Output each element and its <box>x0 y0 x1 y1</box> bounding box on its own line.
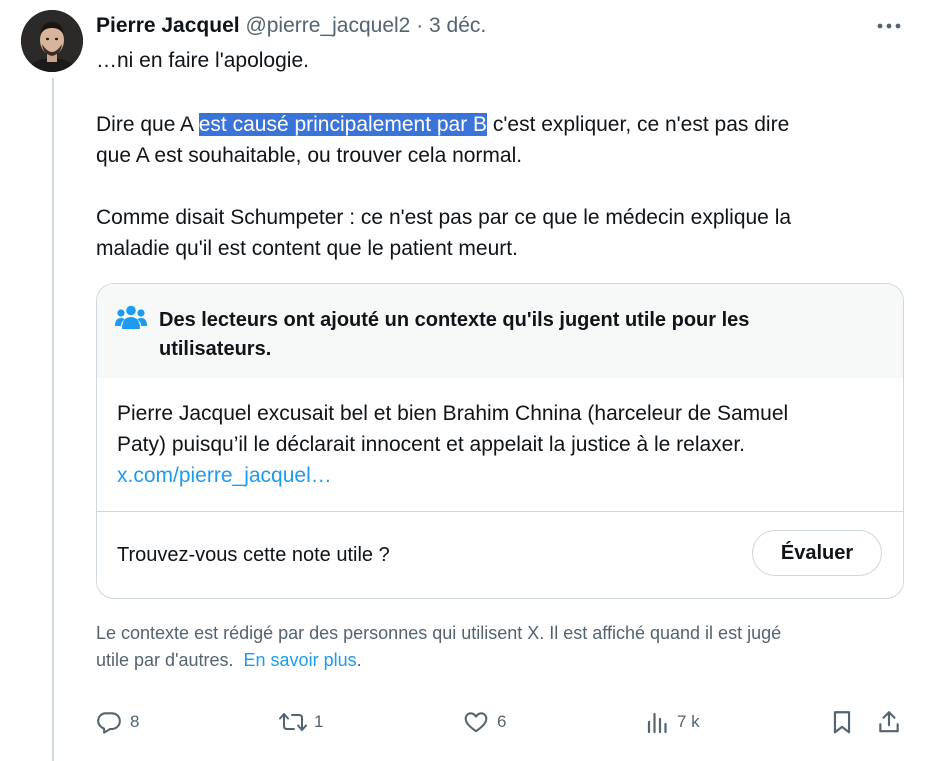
reply-count: 8 <box>130 712 140 731</box>
reply-icon <box>97 712 121 734</box>
bookmark-icon <box>833 711 851 734</box>
author-handle[interactable]: @pierre_jacquel2 <box>245 14 410 37</box>
people-icon <box>115 305 147 329</box>
selected-text: est causé principalement par B <box>198 113 488 136</box>
author-name[interactable]: Pierre Jacquel <box>96 14 240 37</box>
note-body-line-2: Paty) puisqu’il le déclarait innocent et… <box>117 433 746 456</box>
repost-count: 1 <box>314 712 324 731</box>
tweet-text-line-3: que A est souhaitable, ou trouver cela n… <box>96 144 523 167</box>
note-divider <box>97 511 903 512</box>
avatar[interactable] <box>21 10 83 72</box>
like-count: 6 <box>497 712 507 731</box>
share-icon <box>879 711 899 733</box>
views-button[interactable]: 7 k <box>647 706 700 738</box>
note-disclaimer: Le contexte est rédigé par des personnes… <box>96 620 781 674</box>
tweet-date[interactable]: 3 déc. <box>429 14 486 37</box>
community-note-header: Des lecteurs ont ajouté un contexte qu'i… <box>97 284 903 378</box>
note-body-line-1: Pierre Jacquel excusait bel et bien Brah… <box>117 402 789 425</box>
tweet-text-segment: c'est expliquer, ce n'est pas dire <box>487 113 790 136</box>
views-count: 7 k <box>677 712 700 731</box>
note-title-line: utilisateurs. <box>159 338 272 360</box>
note-rating-question: Trouvez-vous cette note utile ? <box>117 544 390 566</box>
more-options-button[interactable] <box>874 12 904 40</box>
share-button[interactable] <box>876 706 902 738</box>
tweet-text-line-1: …ni en faire l'apologie. <box>96 49 309 72</box>
reply-button[interactable]: 8 <box>96 706 139 738</box>
community-note: Des lecteurs ont ajouté un contexte qu'i… <box>96 283 904 599</box>
more-icon <box>877 23 901 29</box>
note-source-link-row: x.com/pierre_jacquel… <box>117 460 332 491</box>
community-note-title: Des lecteurs ont ajouté un contexte qu'i… <box>159 306 749 364</box>
avatar-image <box>21 10 83 72</box>
like-button[interactable]: 6 <box>463 706 506 738</box>
thread-line <box>52 78 54 761</box>
rate-note-button[interactable]: Évaluer <box>752 530 882 576</box>
header-separator: · <box>416 14 424 37</box>
note-source-link[interactable]: x.com/pierre_jacquel… <box>117 464 332 487</box>
repost-button[interactable]: 1 <box>278 706 323 738</box>
tweet-text-segment: Dire que A <box>96 113 199 136</box>
repost-icon <box>279 713 307 731</box>
bookmark-button[interactable] <box>831 706 853 738</box>
tweet-text-line-2: Dire que A est causé principalement par … <box>96 109 789 140</box>
tweet-header: Pierre Jacquel @pierre_jacquel2 · 3 déc. <box>96 12 486 40</box>
disclaimer-line-2: utile par d'autres. En savoir plus. <box>96 647 781 674</box>
tweet-text-line-5: maladie qu'il est content que le patient… <box>96 237 518 260</box>
note-title-line: Des lecteurs ont ajouté un contexte qu'i… <box>159 309 750 331</box>
disclaimer-line-1: Le contexte est rédigé par des personnes… <box>96 623 782 643</box>
like-icon <box>464 712 488 733</box>
learn-more-link[interactable]: En savoir plus <box>244 650 357 670</box>
views-icon <box>647 712 667 734</box>
disclaimer-period: . <box>356 650 362 670</box>
disclaimer-text: utile par d'autres. <box>96 650 234 670</box>
tweet-text-line-4: Comme disait Schumpeter : ce n'est pas p… <box>96 206 792 229</box>
